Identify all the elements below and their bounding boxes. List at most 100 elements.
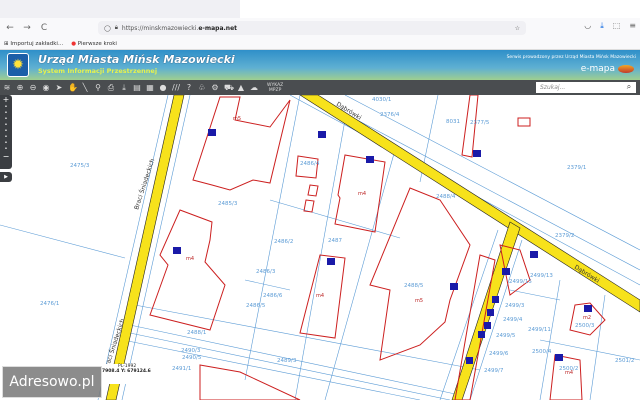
y-coordinate: Y: 679124.6: [120, 369, 151, 374]
building-labels: m5 m4 m4 m4 m5 m2 m4: [186, 116, 591, 376]
address-marker[interactable]: [502, 268, 510, 275]
print-icon[interactable]: ⎙: [107, 83, 115, 93]
url-prefix: https://minskmazowiecki.: [121, 24, 199, 32]
parcel-label: 2499/5: [496, 333, 516, 339]
help-icon[interactable]: ?: [185, 83, 193, 92]
parcel-boundary: [0, 224, 126, 259]
search-input[interactable]: Szukaj... ⌕: [536, 82, 636, 93]
address-marker[interactable]: [492, 296, 499, 303]
wykaz-mpzp-button[interactable]: WYKAZ MPZP: [267, 83, 283, 93]
map-canvas[interactable]: Braci Śniadeckich Dąbrówki Dąbrówki Brac…: [0, 95, 640, 400]
site-subtitle: System Informacji Przestrzennej: [38, 67, 158, 75]
parcel-label: 2488/5: [404, 283, 424, 289]
terrain-icon[interactable]: ▲: [237, 83, 245, 92]
parcel-label: 2491/1: [172, 366, 191, 372]
zoom-minus-button[interactable]: −: [0, 152, 12, 161]
address-marker[interactable]: [173, 247, 181, 254]
emapa-logo: e-mapa: [581, 64, 634, 74]
address-marker[interactable]: [318, 131, 326, 138]
bookmark-import[interactable]: ⊞ Importuj zakładki...: [4, 41, 63, 47]
address-marker[interactable]: [466, 357, 473, 364]
parcel-boundary: [244, 279, 291, 291]
address-marker[interactable]: [555, 354, 563, 361]
tab-strip: [0, 0, 640, 18]
operator-text: Serwis prowadzony przez Urząd Miasta Miń…: [506, 55, 636, 60]
parcel-label: 2486/4: [300, 161, 320, 167]
layers-icon[interactable]: ≋: [3, 83, 11, 92]
address-marker[interactable]: [487, 309, 494, 316]
building-outline: [192, 96, 291, 191]
pan-icon[interactable]: ✋: [68, 83, 78, 92]
hatch-icon[interactable]: ///: [172, 83, 180, 92]
parcel-label: 2485/3: [218, 201, 238, 207]
parcel-label: 2499/11: [528, 327, 551, 333]
expand-panel-button[interactable]: ▶: [0, 172, 12, 182]
pocket-icon[interactable]: ◡: [584, 21, 591, 31]
building-label: m5: [415, 298, 423, 304]
address-marker[interactable]: [473, 150, 481, 157]
select-icon[interactable]: ➤: [55, 83, 63, 92]
parcel-label: 2486/5: [246, 303, 266, 309]
tree-icon[interactable]: ♧: [198, 83, 206, 92]
map-svg[interactable]: Braci Śniadeckich Dąbrówki Dąbrówki Brac…: [0, 95, 640, 400]
parcel-label: 2488/1: [187, 330, 206, 336]
url-domain: e-mapa.net: [198, 24, 238, 32]
bookmarks-bar: ⊞ Importuj zakładki... ● Pierwsze kroki: [0, 38, 640, 50]
parcel-label: 2499/7: [484, 368, 504, 374]
address-marker[interactable]: [450, 283, 458, 290]
building-outline: [307, 184, 319, 197]
reload-icon[interactable]: C: [37, 23, 51, 33]
lock-icon: 🔒︎: [114, 24, 118, 31]
address-marker[interactable]: [208, 129, 216, 136]
download-icon[interactable]: ⤓: [600, 21, 604, 31]
building-outline: [369, 187, 471, 361]
bookmark-first-steps[interactable]: ● Pierwsze kroki: [71, 41, 117, 47]
address-marker[interactable]: [366, 156, 374, 163]
parcel-label: 2499/13: [530, 273, 553, 279]
address-marker[interactable]: [327, 258, 335, 265]
address-marker[interactable]: [530, 251, 538, 258]
bubble-icon[interactable]: ●: [159, 83, 167, 92]
cart-icon[interactable]: ⛟: [224, 83, 234, 93]
address-marker[interactable]: [478, 331, 485, 338]
parcel-label: 2379/2: [555, 233, 574, 239]
zoom-slider[interactable]: + • • • • • • • • −: [0, 95, 12, 169]
address-marker[interactable]: [584, 305, 592, 312]
building-label: m4: [186, 256, 194, 262]
browser-navbar: ← → C ◯ 🔒︎ https://minskmazowiecki.e-mapa.…: [0, 18, 640, 38]
url-bar[interactable]: ◯ 🔒︎ https://minskmazowiecki.e-mapa.net ☆: [98, 21, 526, 35]
building-outline: [461, 95, 479, 158]
zoom-plus-button[interactable]: +: [0, 95, 12, 104]
back-icon[interactable]: ←: [3, 23, 17, 33]
menu-icon[interactable]: ≡: [629, 21, 636, 31]
forward-icon[interactable]: →: [20, 23, 34, 33]
extensions-icon[interactable]: ⬚: [613, 21, 621, 31]
zoom-in-icon[interactable]: ⊕: [16, 83, 24, 92]
parcel-label: 2486/6: [263, 293, 283, 299]
map-toolbar: ≋ ⊕ ⊖ ◉ ➤ ✋ ╲ ⚲ ⎙ ⤓ ▤ ▦ ● /// ? ♧ ⚙ ⛟ ▲ …: [0, 80, 640, 95]
comment-icon[interactable]: ☁: [250, 83, 258, 92]
zoom-out-icon[interactable]: ⊖: [29, 83, 37, 92]
star-icon[interactable]: ☆: [515, 25, 520, 32]
watermark: Adresowo.pl: [2, 366, 102, 398]
address-marker[interactable]: [484, 322, 491, 329]
shield-icon: ◯: [104, 24, 111, 32]
parcel-label: 2489/3: [277, 358, 297, 364]
measure-icon[interactable]: ╲: [81, 83, 89, 92]
active-tab[interactable]: [240, 0, 640, 18]
parcel-label: 2486/2: [274, 239, 293, 245]
document-icon[interactable]: ▤: [133, 83, 141, 92]
building-outline: [295, 155, 319, 179]
parcel-label: 4030/1: [372, 97, 391, 103]
parcel-label: 2475/3: [70, 163, 90, 169]
full-extent-icon[interactable]: ◉: [42, 83, 50, 92]
download-map-icon[interactable]: ⤓: [120, 83, 128, 93]
search-icon[interactable]: ⌕: [625, 82, 633, 92]
table-icon[interactable]: ▦: [146, 83, 154, 92]
parcel-label: 2500/3: [575, 323, 595, 329]
link-icon[interactable]: ⚲: [94, 83, 102, 92]
building-label: m4: [316, 293, 324, 299]
x-coordinate: 7908.4: [102, 369, 120, 374]
parcel-boundary: [324, 149, 396, 400]
settings-icon[interactable]: ⚙: [211, 83, 219, 92]
